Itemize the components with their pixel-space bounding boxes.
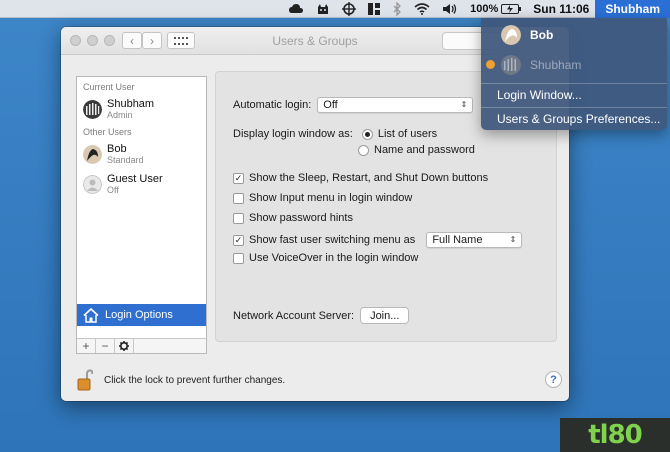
radio-label: Name and password [374,144,475,156]
checkbox-input-menu[interactable]: Show Input menu in login window [233,192,412,204]
menu-item-login-window[interactable]: Login Window... [481,85,667,105]
lock-open-icon[interactable] [77,369,93,391]
list-toolbar: + − [77,338,206,353]
battery-icon [501,3,522,14]
menu-user-name: Shubham [530,58,582,72]
checkbox-password-hints[interactable]: Show password hints [233,212,353,224]
avatar-icon [83,144,102,164]
cat-icon[interactable] [310,0,336,18]
display-login-label: Display login window as: [233,128,353,140]
watermark-logo: tl80 [560,418,670,452]
automatic-login-popup[interactable]: Off ⇕ [317,97,474,113]
gear-icon [119,341,129,351]
sidebar-user-shubham[interactable]: Shubham Admin [77,94,206,124]
menu-user-shubham[interactable]: Shubham [481,51,667,79]
other-users-header: Other Users [83,127,132,137]
checkbox[interactable] [233,192,244,204]
avatar-icon [501,55,521,75]
checkbox-fast-user-switching[interactable]: ✓ Show fast user switching menu as Full … [233,232,523,248]
sidebar-user-guest[interactable]: Guest User Off [77,169,206,199]
user-role: Off [107,185,119,195]
bluetooth-icon[interactable] [386,0,408,18]
menu-separator [481,107,667,108]
checkbox-label: Show password hints [249,212,353,224]
checkbox-label: Show Input menu in login window [249,192,413,204]
user-name: Shubham [107,98,155,110]
active-user-dot-icon [486,60,495,69]
avatar-icon [83,99,102,119]
fast-switch-style-popup[interactable]: Full Name ⇕ [426,232,523,248]
crosshair-icon[interactable] [336,0,362,18]
user-name: Bob [107,143,127,155]
user-role: Admin [107,110,133,120]
checkbox-label: Show the Sleep, Restart, and Shut Down b… [249,172,489,184]
fast-switch-value: Full Name [432,234,483,246]
sidebar-user-bob[interactable]: Bob Standard [77,139,206,169]
users-list: Current User Shubham Admin Other Users B… [76,76,207,354]
lock-row: Click the lock to prevent further change… [77,369,285,391]
automatic-login-label: Automatic login: [233,99,312,111]
remove-user-button[interactable]: − [96,339,115,353]
action-menu-button[interactable] [115,339,134,353]
checkbox[interactable] [233,212,244,224]
wifi-icon[interactable] [408,0,436,18]
radio-button[interactable] [361,128,373,140]
avatar-icon [501,25,521,45]
automatic-login-row: Automatic login: Off ⇕ [233,97,474,113]
radio-button[interactable] [358,144,369,156]
radio-label: List of users [377,128,438,140]
fast-user-switch-menu[interactable]: Shubham [595,0,670,18]
menu-user-name: Bob [530,28,554,42]
checkbox[interactable]: ✓ [233,234,244,246]
join-button[interactable]: Join... [360,307,410,324]
display-login-row: Display login window as: List of users [233,128,437,140]
volume-icon[interactable] [436,0,464,18]
cloud-icon[interactable] [282,0,310,18]
checkbox[interactable] [233,252,244,264]
menu-separator [481,83,667,84]
current-user-header: Current User [83,82,135,92]
checkbox-label: Use VoiceOver in the login window [249,252,419,264]
network-account-label: Network Account Server: [233,309,355,322]
menu-user-bob[interactable]: Bob [481,21,667,49]
battery-status[interactable]: 100% [464,0,527,18]
radio-list-of-users[interactable]: List of users [361,128,438,140]
chevron-updown-icon: ⇕ [509,235,517,244]
checkbox-voiceover[interactable]: Use VoiceOver in the login window [233,252,418,264]
watermark-text: tl80 [588,420,643,450]
battery-percent: 100% [470,2,499,15]
house-icon [83,307,99,323]
automatic-login-value: Off [323,99,338,111]
user-role: Standard [107,155,144,165]
add-user-button[interactable]: + [77,339,96,353]
help-button[interactable]: ? [545,371,562,388]
user-name: Guest User [107,173,163,185]
menu-bar: 100% Sun 11:06 Shubham [0,0,670,18]
grid-icon[interactable] [362,0,386,18]
sidebar-item-login-options[interactable]: Login Options [77,304,206,326]
network-account-row: Network Account Server: Join... [233,307,410,324]
radio-name-and-password[interactable]: Name and password [358,144,475,156]
chevron-updown-icon: ⇕ [460,100,468,109]
checkbox-sleep-restart-shutdown[interactable]: ✓ Show the Sleep, Restart, and Shut Down… [233,172,488,184]
fast-user-switch-dropdown: Bob Shubham Login Window... Users & Grou… [481,18,667,130]
guest-avatar-icon [83,174,102,194]
menu-item-users-groups-prefs[interactable]: Users & Groups Preferences... [481,109,667,129]
lock-text: Click the lock to prevent further change… [104,374,286,386]
checkbox[interactable]: ✓ [233,172,244,184]
clock[interactable]: Sun 11:06 [527,0,595,18]
login-options-label: Login Options [105,309,173,321]
checkbox-label: Show fast user switching menu as [249,234,416,246]
